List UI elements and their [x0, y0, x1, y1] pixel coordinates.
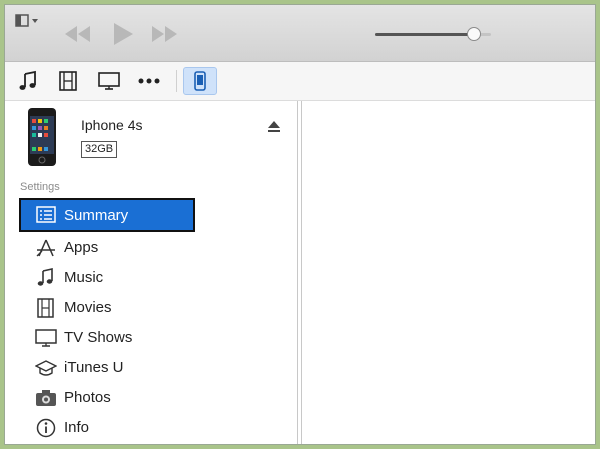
- camera-icon: [35, 388, 57, 408]
- device-capacity-badge: 32GB: [81, 141, 118, 158]
- film-icon[interactable]: [57, 70, 79, 92]
- sidebar-item-movies[interactable]: Movies: [5, 293, 297, 323]
- sidebar-item-summary[interactable]: Summary: [19, 198, 195, 232]
- sidebar-item-label: iTunes U: [64, 359, 124, 376]
- play-icon[interactable]: [109, 21, 137, 47]
- sidebar-item-label: TV Shows: [64, 329, 133, 346]
- device-button[interactable]: [183, 67, 217, 95]
- tv-icon[interactable]: [97, 70, 121, 92]
- sidebar-item-label: Apps: [64, 239, 99, 256]
- eject-icon[interactable]: [267, 119, 281, 133]
- toolbar-separator: [176, 70, 177, 92]
- music-note-icon[interactable]: [17, 70, 39, 92]
- iphone-icon: [193, 71, 207, 96]
- sidebar-item-info[interactable]: Info: [5, 413, 297, 443]
- apps-icon: [35, 238, 57, 258]
- sidebar-item-itunes-u[interactable]: iTunes U: [5, 353, 297, 383]
- music-note-icon: [35, 268, 57, 288]
- device-name: Iphone 4s: [81, 117, 143, 133]
- content-pane: [302, 101, 595, 444]
- volume-fill: [375, 33, 474, 36]
- settings-section-label: Settings: [20, 181, 60, 193]
- summary-icon: [35, 205, 57, 225]
- sidebar-item-label: Photos: [64, 389, 111, 406]
- iphone-image: [27, 107, 57, 167]
- sidebar-item-label: Music: [64, 269, 104, 286]
- sidebar-item-photos[interactable]: Photos: [5, 383, 297, 413]
- fast-forward-icon[interactable]: [149, 21, 179, 47]
- volume-knob[interactable]: [466, 27, 481, 41]
- info-icon: [35, 418, 57, 438]
- sidebar-item-label: Summary: [64, 207, 129, 224]
- menu-icon[interactable]: [15, 13, 45, 29]
- volume-slider[interactable]: [375, 27, 491, 43]
- film-icon: [35, 298, 57, 318]
- sidebar-item-tv-shows[interactable]: TV Shows: [5, 323, 297, 353]
- graduation-cap-icon: [34, 358, 58, 378]
- device-sidebar: Iphone 4s 32GB Settings Summary Apps Mus…: [5, 101, 298, 444]
- sidebar-item-label: Movies: [64, 299, 112, 316]
- rewind-icon[interactable]: [63, 21, 93, 47]
- sidebar-item-music[interactable]: Music: [5, 263, 297, 293]
- more-icon[interactable]: [137, 70, 161, 92]
- itunes-window: Iphone 4s 32GB Settings Summary Apps Mus…: [4, 4, 596, 445]
- media-toolbar: [5, 62, 595, 101]
- tv-icon: [35, 328, 57, 348]
- sidebar-item-apps[interactable]: Apps: [5, 233, 297, 263]
- playback-toolbar: [5, 5, 595, 62]
- sidebar-item-label: Info: [64, 419, 90, 436]
